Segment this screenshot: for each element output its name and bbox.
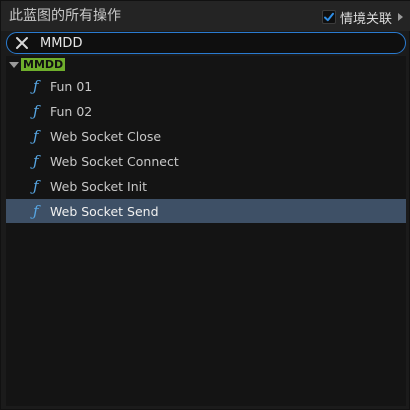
action-item-web-socket-send[interactable]: ƒ Web Socket Send — [6, 199, 406, 223]
context-sensitive-toggle[interactable]: 情境关联 — [321, 8, 403, 27]
function-icon: ƒ — [33, 126, 39, 145]
search-input[interactable] — [40, 35, 380, 51]
search-box[interactable] — [6, 32, 406, 54]
action-item-fun-01[interactable]: ƒ Fun 01 — [6, 74, 406, 98]
caret-down-icon[interactable] — [9, 61, 19, 68]
action-tree[interactable]: MMDD ƒ Fun 01 ƒ Fun 02 ƒ Web Socket Clos… — [6, 56, 406, 406]
action-item-label: Web Socket Send — [50, 203, 159, 219]
action-item-label: Fun 02 — [50, 103, 93, 119]
action-item-label: Web Socket Close — [50, 128, 162, 144]
action-item-fun-02[interactable]: ƒ Fun 02 — [6, 99, 406, 123]
function-icon: ƒ — [33, 176, 39, 195]
clear-search-button[interactable] — [12, 33, 32, 53]
function-icon: ƒ — [33, 201, 39, 220]
action-item-label: Web Socket Init — [50, 178, 148, 194]
context-sensitive-label: 情境关联 — [339, 11, 392, 27]
function-icon: ƒ — [33, 151, 39, 170]
menu-title: 此蓝图的所有操作 — [9, 8, 121, 24]
category-row-mmdd[interactable]: MMDD — [6, 56, 406, 73]
action-menu-panel: 此蓝图的所有操作 情境关联 MMDD ƒ Fun 01 — [0, 0, 410, 410]
function-icon: ƒ — [33, 76, 39, 95]
action-item-web-socket-connect[interactable]: ƒ Web Socket Connect — [6, 149, 406, 173]
close-icon — [16, 37, 28, 49]
action-item-label: Fun 01 — [50, 78, 93, 94]
checkmark-icon — [323, 12, 334, 22]
action-item-label: Web Socket Connect — [50, 153, 179, 169]
function-icon: ƒ — [33, 101, 39, 120]
category-label: MMDD — [21, 58, 66, 71]
action-item-web-socket-close[interactable]: ƒ Web Socket Close — [6, 124, 406, 148]
action-item-web-socket-init[interactable]: ƒ Web Socket Init — [6, 174, 406, 198]
menu-header: 此蓝图的所有操作 情境关联 — [1, 1, 410, 31]
context-sensitive-checkbox[interactable] — [321, 10, 336, 24]
chevron-right-icon[interactable] — [398, 13, 403, 21]
